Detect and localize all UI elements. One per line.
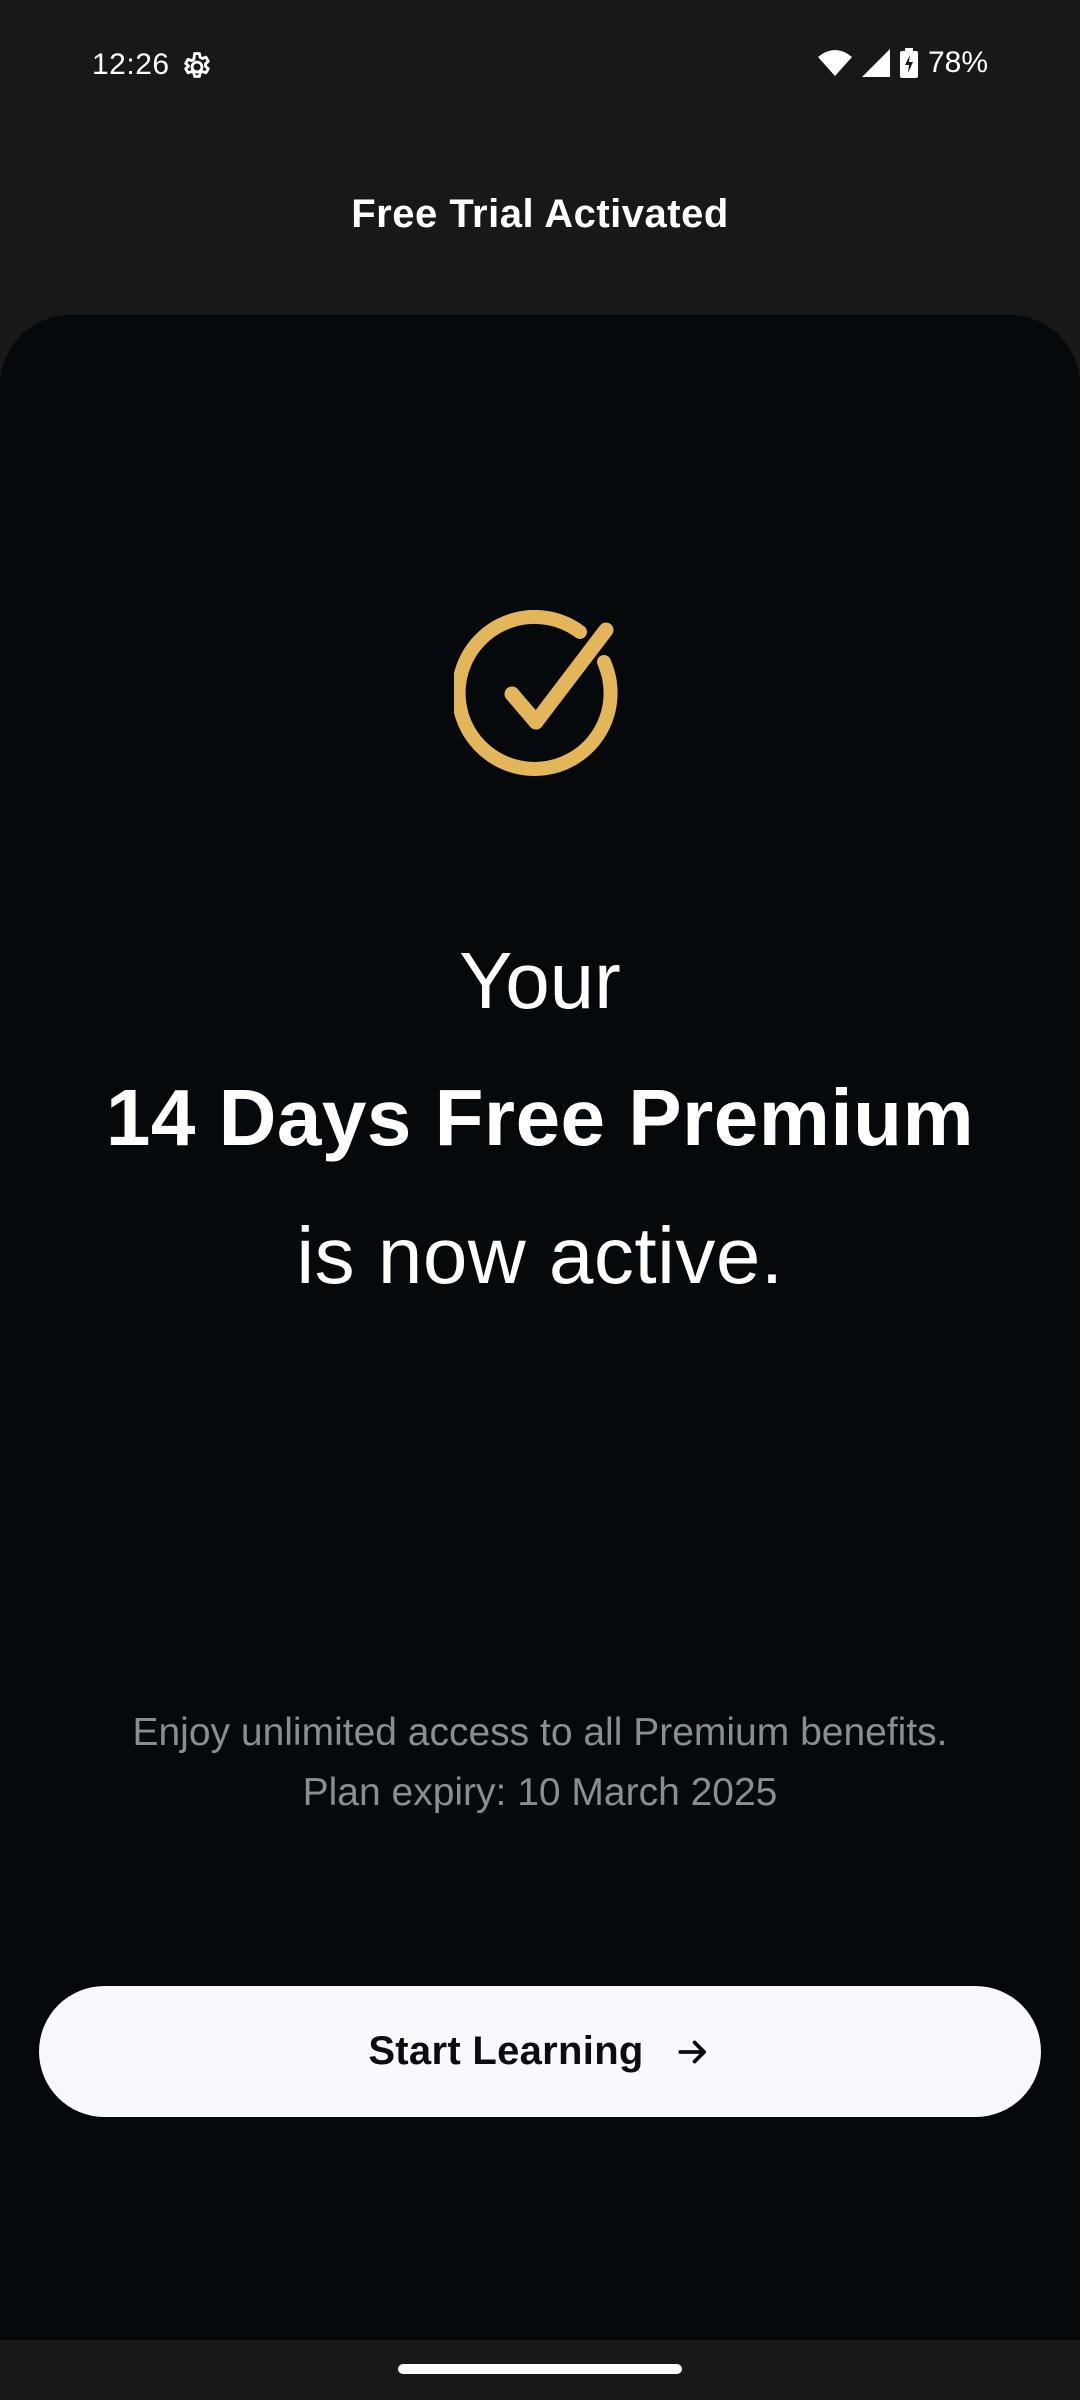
battery-charging-icon <box>899 48 918 78</box>
battery-percent: 78% <box>927 46 988 79</box>
headline-your: Your <box>459 936 621 1025</box>
screen: 12:26 78% Free Trial Activated Your 14 D… <box>0 0 1080 2400</box>
check-circle-icon <box>454 610 618 776</box>
gear-icon <box>184 52 210 78</box>
signal-icon <box>861 49 890 77</box>
status-bar: 12:26 78% <box>0 0 1080 135</box>
plan-expiry-text: Plan expiry: 10 March 2025 <box>302 1771 778 1814</box>
headline-active: is now active. <box>296 1211 784 1300</box>
start-learning-label: Start Learning <box>368 2029 644 2073</box>
status-right-group: 78% <box>817 46 988 80</box>
page-title: Free Trial Activated <box>351 192 729 236</box>
status-time: 12:26 <box>92 48 170 81</box>
start-learning-button[interactable]: Start Learning <box>39 1986 1041 2117</box>
arrow-right-icon <box>678 2040 706 2063</box>
wifi-icon <box>817 50 852 76</box>
benefits-text: Enjoy unlimited access to all Premium be… <box>132 1711 948 1754</box>
home-indicator[interactable] <box>398 2364 682 2374</box>
headline-plan: 14 Days Free Premium <box>105 1073 975 1162</box>
